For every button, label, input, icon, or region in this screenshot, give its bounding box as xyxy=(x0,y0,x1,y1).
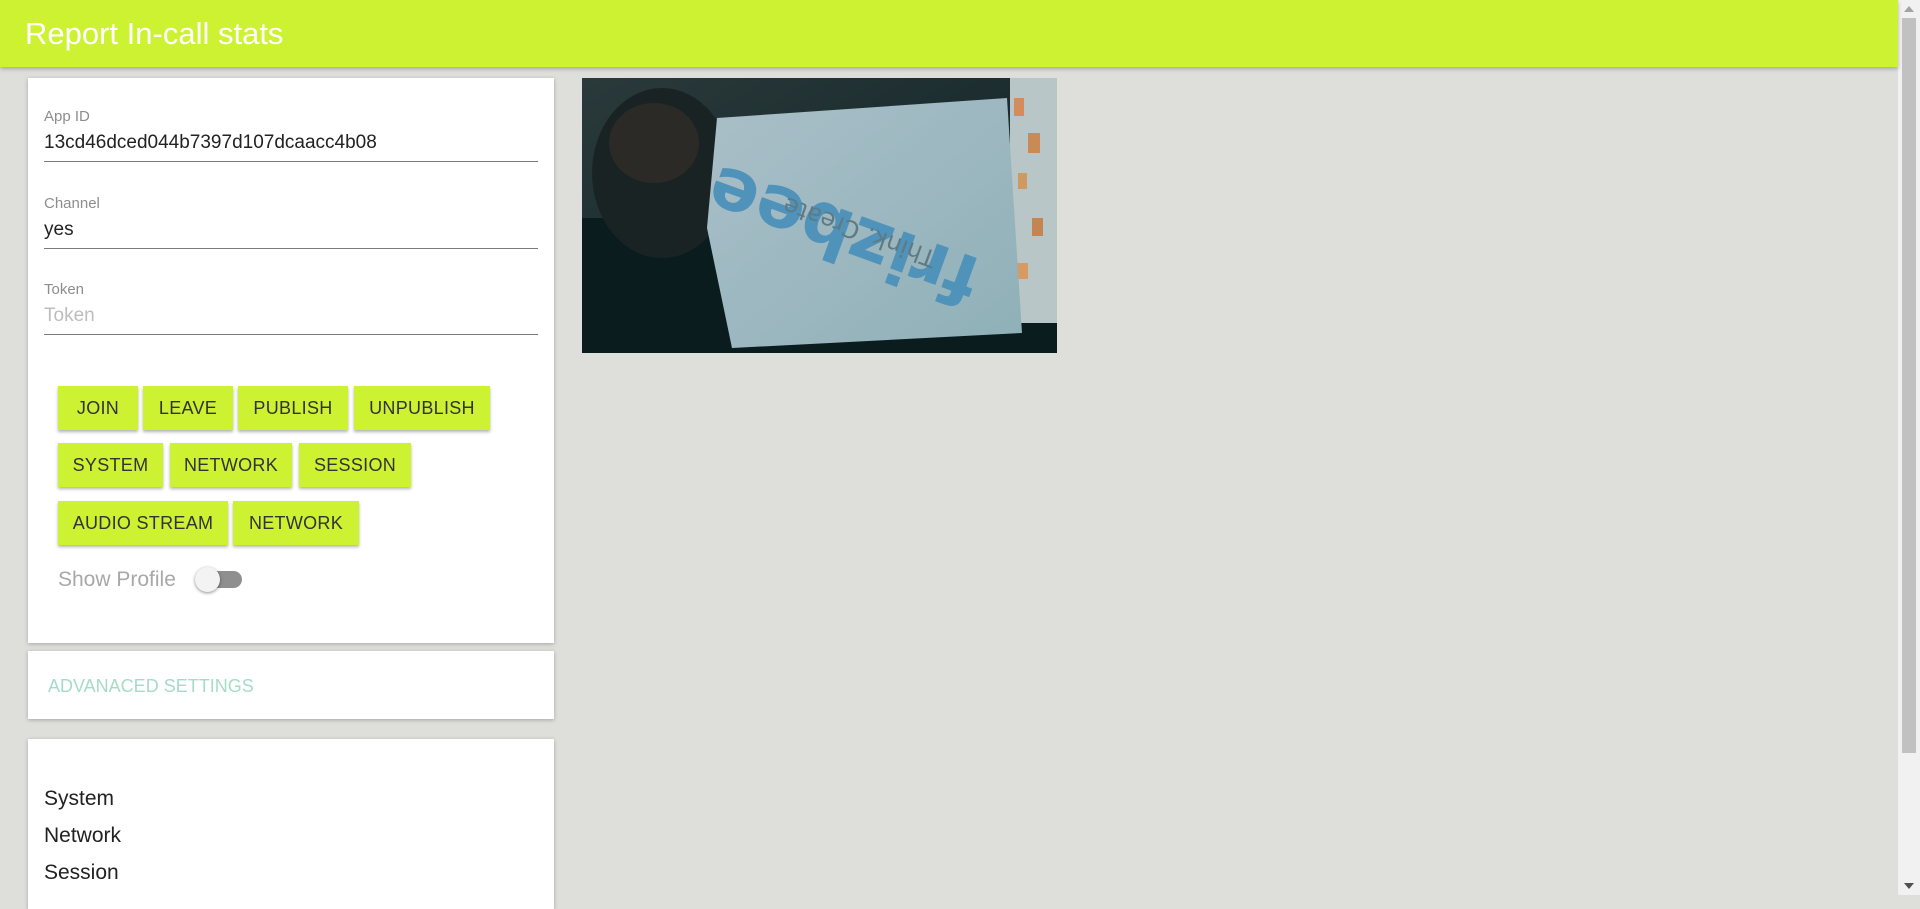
stats-item-session: Session xyxy=(44,861,119,884)
switch-toggle-icon[interactable] xyxy=(195,567,220,592)
app-id-label: App ID xyxy=(44,108,90,125)
vertical-scrollbar[interactable] xyxy=(1898,0,1920,895)
session-button[interactable]: SESSION xyxy=(299,443,411,487)
system-button[interactable]: SYSTEM xyxy=(58,443,163,487)
publish-button[interactable]: PUBLISH xyxy=(238,386,348,430)
app-id-input[interactable]: 13cd46dced044b7397d107dcaacc4b08 xyxy=(44,132,377,154)
network-stats-button[interactable]: NETWORK xyxy=(233,501,359,545)
channel-input[interactable]: yes xyxy=(44,219,74,241)
channel-field[interactable]: Channel yes xyxy=(44,193,538,249)
network-button[interactable]: NETWORK xyxy=(170,443,292,487)
token-input[interactable]: Token xyxy=(44,305,95,327)
show-profile-label: Show Profile xyxy=(58,568,176,591)
audio-stream-button[interactable]: AUDIO STREAM xyxy=(58,501,228,545)
controls-card: App ID 13cd46dced044b7397d107dcaacc4b08 … xyxy=(28,78,554,643)
scrollbar-thumb[interactable] xyxy=(1902,18,1916,753)
token-label: Token xyxy=(44,281,85,298)
page-title: Report In-call stats xyxy=(25,15,284,51)
app-header: Report In-call stats xyxy=(0,0,1898,67)
stats-item-network: Network xyxy=(44,824,122,847)
stats-item-system: System xyxy=(44,787,115,810)
scroll-down-arrow-icon[interactable] xyxy=(1904,883,1914,889)
channel-label: Channel xyxy=(44,195,100,212)
token-field[interactable]: Token Token xyxy=(44,279,538,335)
local-video-player: frizbee Think. Create xyxy=(582,78,1057,353)
advanced-settings-label[interactable]: ADVANACED SETTINGS xyxy=(48,676,254,697)
app-id-field[interactable]: App ID 13cd46dced044b7397d107dcaacc4b08 xyxy=(44,106,538,162)
unpublish-button[interactable]: UNPUBLISH xyxy=(354,386,490,430)
join-button[interactable]: JOIN xyxy=(58,386,138,430)
video-frame-image: frizbee Think. Create xyxy=(582,78,1057,353)
scroll-up-arrow-icon[interactable] xyxy=(1904,6,1914,12)
stats-card: System Network Session xyxy=(28,739,554,909)
advanced-settings-panel[interactable]: ADVANACED SETTINGS xyxy=(28,651,554,719)
leave-button[interactable]: LEAVE xyxy=(143,386,233,430)
